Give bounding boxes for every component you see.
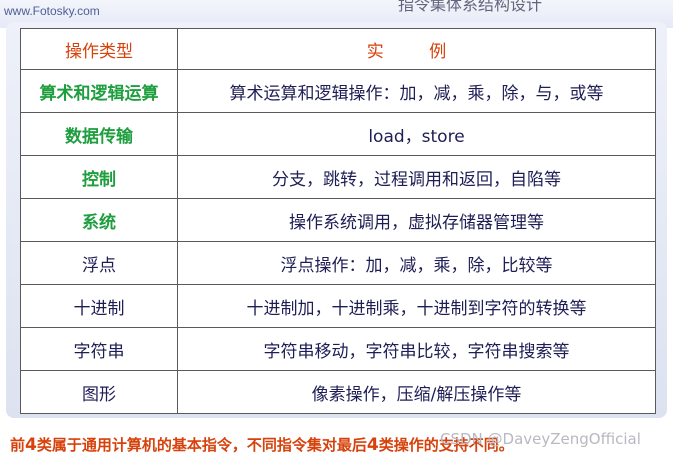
example-cell: 字符串移动，字符串比较，字符串搜索等 — [177, 327, 656, 371]
operation-type-cell: 数据传输 — [20, 112, 178, 156]
header-operation-type: 操作类型 — [20, 28, 178, 70]
footnote: 前4类属于通用计算机的基本指令，不同指令集对最后4类操作的支持不同。 — [10, 434, 514, 455]
table-row: 十进制 十进制加，十进制乘，十进制到字符的转换等 — [20, 284, 656, 328]
table-row: 控制 分支，跳转，过程调用和返回，自陷等 — [20, 155, 656, 199]
operation-type-cell: 系统 — [20, 198, 178, 242]
example-cell: 分支，跳转，过程调用和返回，自陷等 — [177, 155, 656, 199]
example-cell: 十进制加，十进制乘，十进制到字符的转换等 — [177, 284, 656, 328]
table-row: 浮点 浮点操作：加，减，乘，除，比较等 — [20, 241, 656, 285]
operation-type-cell: 图形 — [20, 370, 178, 414]
example-cell: load，store — [177, 112, 656, 156]
footnote-part1: 前 — [10, 436, 26, 454]
table-row: 系统 操作系统调用，虚拟存储器管理等 — [20, 198, 656, 242]
slide-title: 指令集体系结构设计 — [398, 0, 543, 14]
operation-type-cell: 控制 — [20, 155, 178, 199]
operation-type-cell: 十进制 — [20, 284, 178, 328]
table-row: 字符串 字符串移动，字符串比较，字符串搜索等 — [20, 327, 656, 371]
operation-type-cell: 字符串 — [20, 327, 178, 371]
table-row: 算术和逻辑运算 算术运算和逻辑操作：加，减，乘，除，与，或等 — [20, 69, 656, 113]
operation-type-cell: 算术和逻辑运算 — [20, 69, 178, 113]
table-row: 数据传输 load，store — [20, 112, 656, 156]
operation-type-cell: 浮点 — [20, 241, 178, 285]
footnote-num1: 4 — [25, 435, 37, 455]
site-url: www.Fotosky.com — [4, 4, 100, 18]
example-cell: 像素操作，压缩/解压操作等 — [177, 370, 656, 414]
footnote-num2: 4 — [366, 435, 379, 455]
table-header-row: 操作类型 实 例 — [20, 28, 656, 70]
table-row: 图形 像素操作，压缩/解压操作等 — [20, 370, 656, 414]
example-cell: 算术运算和逻辑操作：加，减，乘，除，与，或等 — [177, 69, 656, 113]
example-cell: 操作系统调用，虚拟存储器管理等 — [177, 198, 656, 242]
operation-types-table: 操作类型 实 例 算术和逻辑运算 算术运算和逻辑操作：加，减，乘，除，与，或等 数据… — [20, 28, 656, 414]
footnote-part2: 类属于通用计算机的基本指令，不同指令集对最后 — [36, 436, 367, 454]
header-example: 实 例 — [177, 28, 656, 70]
example-cell: 浮点操作：加，减，乘，除，比较等 — [177, 241, 656, 285]
watermark: CSDN @DaveyZengOfficial — [440, 430, 641, 448]
